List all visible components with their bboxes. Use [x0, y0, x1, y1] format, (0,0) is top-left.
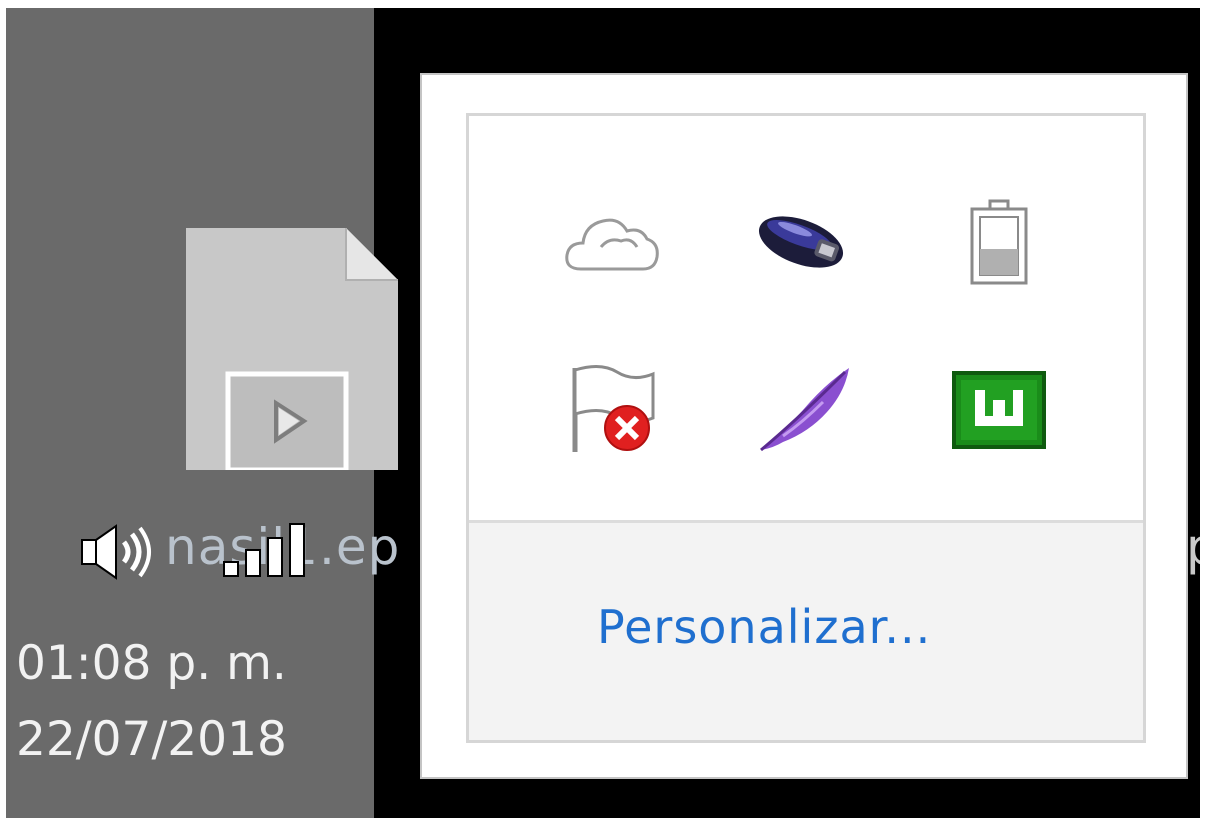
tray-overflow-popup: Personalizar...: [420, 73, 1188, 779]
feather-icon[interactable]: [751, 362, 855, 458]
file-name-fragment[interactable]: p: [1186, 517, 1200, 577]
screen-edge-right: [1200, 0, 1209, 825]
utorrent-icon[interactable]: [947, 362, 1051, 458]
speaker-volume-icon[interactable]: [80, 522, 170, 582]
customize-section: Personalizar...: [469, 523, 1143, 740]
flag-error-icon[interactable]: [559, 362, 663, 458]
screen-edge-top: [0, 0, 1209, 8]
video-file-icon[interactable]: [186, 228, 398, 473]
screen-edge-left: [0, 0, 6, 825]
screen-edge-bottom: [0, 818, 1209, 825]
clock-date[interactable]: 22/07/2018: [16, 712, 287, 768]
battery-icon[interactable]: [947, 194, 1051, 290]
wifi-signal-icon[interactable]: [222, 522, 314, 578]
customize-link[interactable]: Personalizar...: [597, 599, 931, 655]
tray-overflow-panel: Personalizar...: [466, 113, 1146, 743]
tray-icons-grid: [469, 116, 1143, 520]
cloud-icon[interactable]: [559, 194, 663, 290]
clock-time[interactable]: 01:08 p. m.: [16, 636, 287, 692]
desktop-screen: nasil1.ep p 01:08 p. m. 22/07/2018: [0, 0, 1209, 825]
usb-drive-icon[interactable]: [749, 194, 853, 290]
